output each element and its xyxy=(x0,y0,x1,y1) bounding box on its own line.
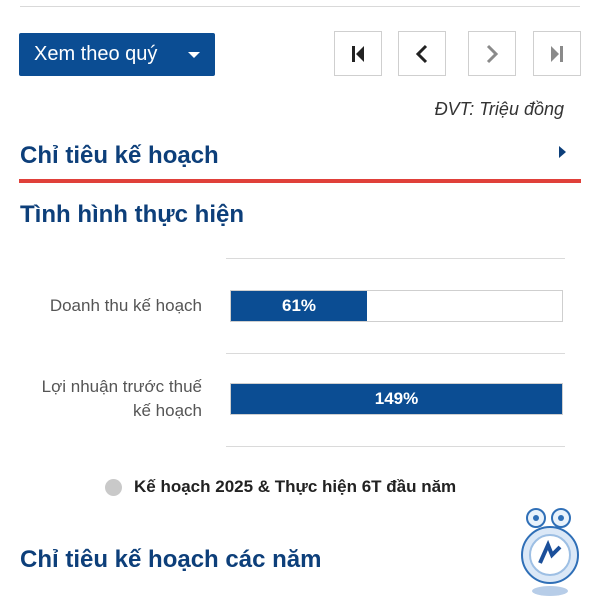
bar-track: 149% xyxy=(230,383,563,415)
chevron-right-icon xyxy=(485,44,499,64)
chart-gridline xyxy=(226,258,565,259)
chart-gridline xyxy=(226,446,565,447)
chart-gridline xyxy=(226,353,565,354)
category-label: Lợi nhuận trước thuế kế hoạch xyxy=(42,375,202,423)
mascot-chat-widget[interactable] xyxy=(516,505,586,597)
last-page-icon xyxy=(549,45,565,63)
performance-bar-chart: Doanh thu kế hoạch 61% Lợi nhuận trước thu… xyxy=(0,240,600,460)
chart-legend[interactable]: Kế hoạch 2025 & Thực hiện 6T đầu năm xyxy=(105,477,456,497)
first-page-icon xyxy=(350,45,366,63)
period-dropdown-label: Xem theo quý xyxy=(34,43,158,65)
bar-value-label: 61% xyxy=(281,296,317,315)
period-dropdown-button[interactable]: Xem theo quý xyxy=(19,33,215,76)
yearly-plan-section-title: Chỉ tiêu kế hoạch các năm xyxy=(20,546,322,573)
category-label-line: kế hoạch xyxy=(133,401,202,420)
top-divider xyxy=(20,6,580,7)
performance-section-title: Tình hình thực hiện xyxy=(20,201,245,228)
chevron-left-icon xyxy=(415,44,429,64)
bar-track: 61% xyxy=(230,290,563,322)
next-page-button[interactable] xyxy=(468,31,516,76)
last-page-button[interactable] xyxy=(533,31,581,76)
previous-page-button[interactable] xyxy=(398,31,446,76)
legend-marker xyxy=(105,478,122,496)
bar-value-label: 149% xyxy=(374,389,419,408)
category-label-line: Lợi nhuận trước thuế xyxy=(41,377,202,396)
section-divider xyxy=(19,179,581,183)
legend-label: Kế hoạch 2025 & Thực hiện 6T đầu năm xyxy=(134,477,457,496)
caret-down-icon xyxy=(188,52,200,58)
expand-arrow-icon[interactable] xyxy=(559,146,566,158)
plan-section-title[interactable]: Chỉ tiêu kế hoạch xyxy=(20,142,219,170)
category-label: Doanh thu kế hoạch xyxy=(50,294,202,318)
first-page-button[interactable] xyxy=(334,31,382,76)
unit-label: ĐVT: Triệu đồng xyxy=(434,99,564,119)
category-label-line: Doanh thu kế hoạch xyxy=(49,296,202,315)
